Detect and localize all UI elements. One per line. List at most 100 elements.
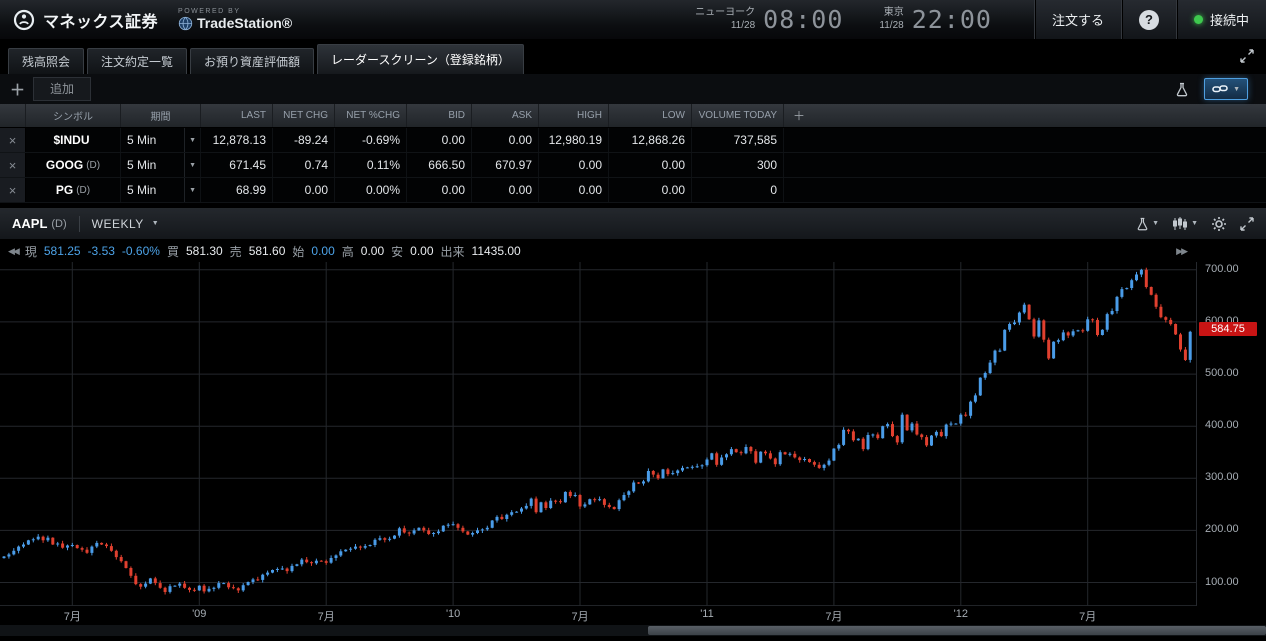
link-icon: [1212, 83, 1228, 95]
divider: [79, 216, 80, 232]
column-header[interactable]: HIGH: [539, 104, 609, 127]
chart-body: 100.00200.00300.00400.00500.00600.00700.…: [0, 262, 1266, 606]
symbol-cell[interactable]: PG (D): [26, 178, 121, 202]
connection-status[interactable]: 接続中: [1176, 0, 1266, 39]
period-cell[interactable]: 5 Min ▼: [121, 128, 201, 152]
tab-3[interactable]: レーダースクリーン（登録銘柄）: [317, 44, 524, 74]
quote-change-pct: -0.60%: [122, 244, 160, 258]
fast-forward-icon[interactable]: ▶▶: [1176, 246, 1186, 257]
quote-label-low: 安: [391, 243, 403, 260]
quote-low: 0.00: [410, 244, 433, 258]
header-spacer: [0, 104, 26, 127]
topbar-buttons: 注文する ? 接続中: [1034, 0, 1266, 39]
add-column-button[interactable]: ＋: [784, 104, 814, 127]
column-header[interactable]: LAST: [201, 104, 273, 127]
chevron-down-icon[interactable]: ▼: [184, 178, 200, 202]
value-cell: -89.24: [273, 128, 335, 152]
help-button[interactable]: ?: [1121, 0, 1176, 39]
tradestation-globe-icon: [178, 16, 193, 31]
table-row[interactable]: × $INDU 5 Min ▼12,878.13-89.24-0.69%0.00…: [0, 128, 1266, 153]
chart-scrollbar[interactable]: [0, 624, 1266, 636]
clock-date: 11/28: [879, 20, 903, 33]
column-header[interactable]: VOLUME TODAY: [692, 104, 784, 127]
clock-date: 11/28: [695, 20, 755, 33]
period-cell[interactable]: 5 Min ▼: [121, 153, 201, 177]
chevron-down-icon[interactable]: ▼: [184, 153, 200, 177]
tab-2[interactable]: お預り資産評価額: [190, 48, 314, 74]
quote-change: -3.53: [88, 244, 115, 258]
clock-time: 08:00: [763, 5, 843, 34]
expand-chart-icon[interactable]: [1240, 217, 1254, 231]
period-label: 5 Min: [127, 158, 156, 172]
price-chart[interactable]: [0, 262, 1196, 606]
chart-type-button[interactable]: ▼: [1172, 217, 1198, 231]
value-cell: 0.00: [609, 178, 692, 202]
quote-label-bid: 買: [167, 243, 179, 260]
rewind-icon[interactable]: ◀◀: [8, 246, 18, 257]
price-axis[interactable]: 100.00200.00300.00400.00500.00600.00700.…: [1196, 262, 1266, 606]
clock-time: 22:00: [912, 5, 992, 34]
price-tick-label: 500.00: [1205, 367, 1239, 379]
time-tick-label: '12: [944, 608, 978, 620]
value-cell: 0.00: [472, 178, 539, 202]
column-header[interactable]: NET %CHG: [335, 104, 407, 127]
last-price-badge: 584.75: [1199, 322, 1257, 336]
chevron-down-icon: ▼: [1152, 220, 1159, 227]
quote-ask: 581.60: [249, 244, 286, 258]
quote-label-high: 高: [342, 243, 354, 260]
column-header[interactable]: ASK: [472, 104, 539, 127]
value-cell: 0.00: [539, 178, 609, 202]
scrollbar-thumb[interactable]: [648, 626, 1266, 635]
price-tick-label: 700.00: [1205, 263, 1239, 275]
style-flask-button[interactable]: [1172, 80, 1192, 99]
value-cell: 68.99: [201, 178, 273, 202]
table-row[interactable]: × GOOG (D) 5 Min ▼671.450.740.11%666.506…: [0, 153, 1266, 178]
value-cell: 12,878.13: [201, 128, 273, 152]
chevron-down-icon[interactable]: ▼: [152, 220, 159, 227]
quote-label-volume: 出来: [441, 243, 465, 260]
value-cell: 0.00: [407, 128, 472, 152]
tab-1[interactable]: 注文約定一覧: [87, 48, 187, 74]
time-tick-label: '09: [182, 608, 216, 620]
clock-newyork: ニューヨーク 11/28 08:00: [695, 5, 843, 34]
remove-row-button[interactable]: ×: [0, 153, 26, 177]
column-header[interactable]: シンボル: [26, 104, 121, 127]
value-cell: 0.00: [609, 153, 692, 177]
chevron-down-icon: ▼: [1233, 86, 1240, 93]
quote-label-open: 始: [292, 243, 304, 260]
period-label: 5 Min: [127, 183, 156, 197]
chart-settings-button[interactable]: [1211, 216, 1227, 232]
value-cell: 12,868.26: [609, 128, 692, 152]
price-tick-label: 200.00: [1205, 523, 1239, 535]
table-row[interactable]: × PG (D) 5 Min ▼68.990.000.00%0.000.000.…: [0, 178, 1266, 203]
quote-label-current: 現: [25, 243, 37, 260]
column-header[interactable]: NET CHG: [273, 104, 335, 127]
expand-window-icon[interactable]: [1240, 49, 1254, 68]
chart-quote-bar: ◀◀ 現 581.25 -3.53 -0.60% 買 581.30 売 581.…: [0, 240, 1266, 262]
add-symbol-button[interactable]: 追加: [33, 77, 91, 101]
radar-table-body: × $INDU 5 Min ▼12,878.13-89.24-0.69%0.00…: [0, 128, 1266, 203]
period-cell[interactable]: 5 Min ▼: [121, 178, 201, 202]
chart-style-flask-button[interactable]: ▼: [1136, 217, 1159, 231]
chevron-down-icon: ▼: [1191, 220, 1198, 227]
radar-table-header: シンボル期間LASTNET CHGNET %CHGBIDASKHIGHLOWVO…: [0, 104, 1266, 128]
tab-0[interactable]: 残高照会: [8, 48, 84, 74]
chevron-down-icon[interactable]: ▼: [184, 128, 200, 152]
order-button[interactable]: 注文する: [1034, 0, 1121, 39]
brand-name: マネックス証券: [43, 8, 158, 32]
link-symbol-button[interactable]: ▼: [1204, 78, 1248, 100]
add-symbol-icon[interactable]: ＋: [10, 79, 25, 100]
symbol-cell[interactable]: GOOG (D): [26, 153, 121, 177]
value-cell: 0.00%: [335, 178, 407, 202]
column-header[interactable]: 期間: [121, 104, 201, 127]
symbol-suffix: (D): [86, 160, 100, 171]
column-header[interactable]: LOW: [609, 104, 692, 127]
remove-row-button[interactable]: ×: [0, 178, 26, 202]
interval-selector[interactable]: WEEKLY: [92, 217, 144, 231]
chart-symbol: AAPL: [12, 216, 47, 231]
column-header[interactable]: BID: [407, 104, 472, 127]
symbol-cell[interactable]: $INDU: [26, 128, 121, 152]
remove-row-button[interactable]: ×: [0, 128, 26, 152]
tab-bar: 残高照会注文約定一覧お預り資産評価額レーダースクリーン（登録銘柄）: [0, 40, 1266, 74]
value-cell: 0.11%: [335, 153, 407, 177]
